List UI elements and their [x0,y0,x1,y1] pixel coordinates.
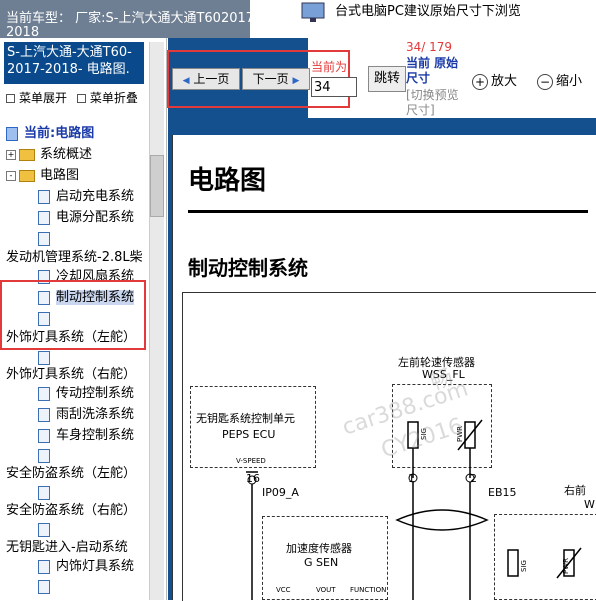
pc-browse-note: 台式电脑PC建议原始尺寸下浏览 [335,4,521,19]
tree-item-label: 启动充电系统 [56,189,135,204]
tree-item-label: 无钥匙进入-启动系统 [6,540,128,555]
display-icon [301,2,325,22]
switch-preview-size-link[interactable]: [切换预览尺寸] [406,88,466,118]
left-scrollbar[interactable] [149,42,164,600]
tree-item-body[interactable]: 车身控制系统 [38,426,134,446]
tree-item-label: 系统概述 [40,147,93,162]
current-label: 当前为 [311,60,348,74]
tree-item-label: 安全防盗系统（左舵） [6,466,137,481]
tree-item-security-right[interactable]: 安全防盗系统（右舵） [6,501,136,521]
document-icon [38,559,50,574]
tree-item-ext-light-right[interactable]: 外饰灯具系统（右舵） [6,365,136,385]
tree-item-wiper[interactable]: 雨刮洗涤系统 [38,405,134,425]
tree-item-engine[interactable]: 发动机管理系统-2.8L柴 [6,248,143,268]
title-rule [188,210,588,213]
tree-item-doc[interactable] [38,446,56,466]
current-vehicle: 当前车型： 厂家:S-上汽大通大通T602017- 2018 [0,0,250,38]
doc-title: 电路图 [188,166,267,196]
model-title: S-上汽大通-大通T60-2017-2018- 电路图. [4,42,144,84]
document-icon [38,407,50,422]
tree-item-label: 电源分配系统 [56,210,135,225]
document-icon [38,210,50,225]
document-icon [38,189,50,204]
tree-item-interior-light[interactable]: 内饰灯具系统 [38,557,134,577]
jump-button[interactable]: 跳转 [368,66,406,92]
square-icon [76,94,86,103]
document-icon [38,428,50,443]
collapse-minus-icon: - [6,170,16,181]
document-icon [38,579,50,594]
twisted-pair-icon [395,509,489,531]
original-size-link[interactable]: 当前 原始尺寸 [406,56,462,86]
tree-item-label: 安全防盗系统（右舵） [6,503,137,518]
tree-item-label: 外饰灯具系统（右舵） [6,367,137,382]
tree-item-security-left[interactable]: 安全防盗系统（左舵） [6,464,136,484]
tree-item-doc[interactable] [38,229,56,249]
book-icon [6,126,18,141]
menu-expand-button[interactable]: 菜单展开 [6,89,67,106]
document-icon [38,448,50,463]
tree-item-label: 内饰灯具系统 [56,559,135,574]
document-icon [38,350,50,365]
tree-item-doc[interactable] [38,483,56,503]
tree-root-label: 当前:电路图 [24,126,95,141]
document-icon [38,522,50,537]
vehicle-line1: 当前车型： 厂家:S-上汽大通大通T602017- [6,11,250,26]
scrollbar-thumb[interactable] [150,155,164,217]
zoom-out-button[interactable]: − 缩小 [537,70,582,90]
document-icon [38,485,50,500]
page-number-input[interactable] [311,77,357,97]
tree-item-transmission[interactable]: 传动控制系统 [38,384,134,404]
square-icon [6,94,15,103]
tree-item-label: 电路图 [40,168,80,183]
tree-item-overview[interactable]: + 系统概述 [6,145,92,165]
tree-item-label: 传动控制系统 [56,386,135,401]
tree-item-start-charge[interactable]: 启动充电系统 [38,187,134,207]
vehicle-line2: 2018 [6,25,40,39]
folder-icon [19,148,35,161]
menu-bar: 菜单展开 菜单折叠 [6,89,144,106]
tree-item-power[interactable]: 电源分配系统 [38,208,134,228]
zoom-in-button[interactable]: + 放大 [472,70,517,90]
tree-item-doc[interactable] [38,520,56,540]
zoom-in-icon: + [472,73,488,90]
tree-item-doc[interactable] [38,577,56,597]
highlight-box [0,280,146,350]
menu-collapse-label: 菜单折叠 [89,91,138,105]
tree-item-label: 车身控制系统 [56,428,135,443]
tree-root[interactable]: 当前:电路图 [6,124,94,144]
menu-collapse-button[interactable]: 菜单折叠 [76,89,138,106]
page-count: 34/ 179 [406,40,453,54]
tree-item-circuit[interactable]: - 电路图 [6,166,79,186]
zoom-in-label: 放大 [491,74,518,89]
tree-item-label: 发动机管理系统-2.8L柴 [6,250,143,265]
document-icon [38,231,50,246]
tree-item-label: 雨刮洗涤系统 [56,407,135,422]
folder-icon [19,169,35,182]
expand-plus-icon: + [6,149,16,160]
pin-connector [247,475,257,485]
sensor-element [507,549,519,577]
document-icon [38,386,50,401]
tree-item-keyless[interactable]: 无钥匙进入-启动系统 [6,538,128,558]
zoom-out-icon: − [537,73,553,90]
variable-arrow [556,547,582,579]
menu-expand-label: 菜单展开 [19,91,68,105]
zoom-out-label: 缩小 [556,74,583,89]
section-title: 制动控制系统 [188,256,308,280]
